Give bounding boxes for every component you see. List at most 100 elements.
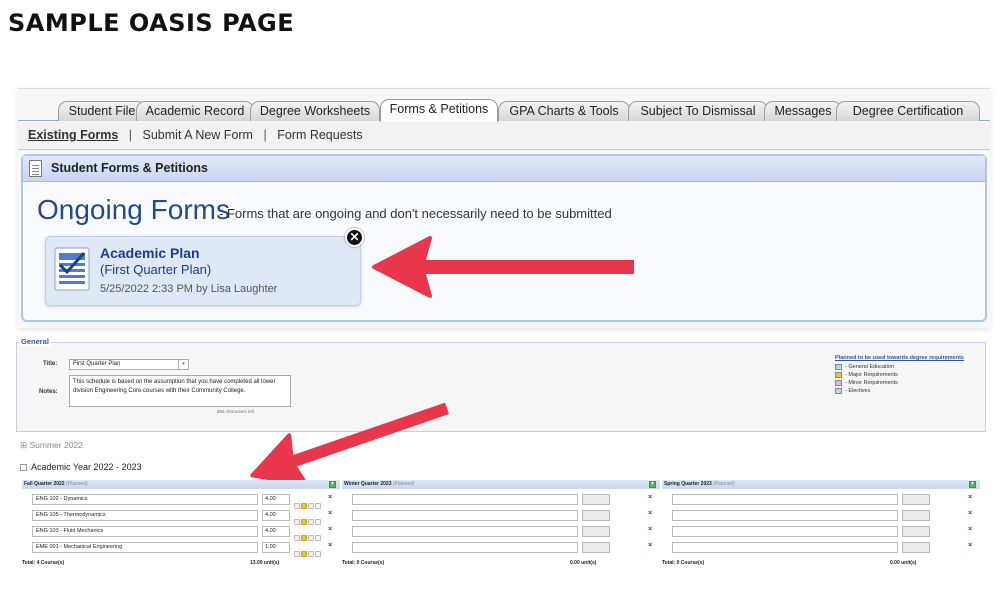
tab-messages[interactable]: Messages [764, 101, 842, 121]
plan-title-value: First Quarter Plan [73, 361, 121, 367]
academic-plan-screenshot: General Title: First Quarter Plan ▾ Note… [12, 336, 990, 588]
course-row: ENG 102 - Dynamics 4.00 × [22, 494, 340, 509]
tab-subject-to-dismissal[interactable]: Subject To Dismissal [628, 101, 768, 121]
requirement-toggles[interactable] [294, 544, 322, 562]
course-field[interactable] [352, 526, 578, 537]
units-field[interactable]: 4.00 [262, 510, 290, 521]
quarter-header: Spring Quarter 2023 (Planned) + [662, 480, 980, 489]
course-row: ENG 105 - Thermodynamics 4.00 × [22, 510, 340, 525]
delete-icon[interactable]: × [328, 526, 332, 533]
swatch-icon [835, 387, 842, 394]
legend-title: Planned to be used towards degree requir… [835, 355, 964, 361]
close-icon[interactable]: ✕ [345, 228, 364, 247]
quarter-header: Fall Quarter 2022 (Planned) + [22, 480, 340, 489]
plan-card-meta: 5/25/2022 2:33 PM by Lisa Laughter [100, 283, 278, 295]
course-row: ENG 103 - Fluid Mechanics 4.00 × [22, 526, 340, 541]
course-field[interactable] [352, 494, 578, 505]
course-field[interactable] [672, 494, 898, 505]
add-course-icon[interactable]: + [329, 481, 336, 488]
units-field[interactable] [582, 494, 610, 505]
units-field[interactable] [582, 526, 610, 537]
summer-label: Summer 2022 [29, 440, 83, 450]
plan-card-title[interactable]: Academic Plan [100, 245, 200, 261]
units-field[interactable] [902, 526, 930, 537]
add-course-icon[interactable]: + [969, 481, 976, 488]
legend-general-education: - General Education [835, 363, 985, 371]
swatch-icon [835, 363, 842, 370]
swatch-icon [835, 379, 842, 386]
quarter-total: Total: 0 Course(s) [662, 560, 705, 566]
expand-icon[interactable]: ⊞ [20, 440, 27, 450]
course-field[interactable] [672, 542, 898, 553]
clipboard-icon [29, 160, 42, 177]
add-course-icon[interactable]: + [649, 481, 656, 488]
year-checkbox[interactable] [20, 464, 27, 471]
units-field[interactable] [902, 542, 930, 553]
course-row: × [662, 510, 980, 522]
delete-icon[interactable]: × [328, 510, 332, 517]
subnav-submit-new-form[interactable]: Submit A New Form [143, 128, 253, 142]
subnav-separator: | [263, 128, 267, 142]
units-field[interactable] [582, 542, 610, 553]
units-field[interactable]: 1.00 [262, 542, 290, 553]
units-field[interactable] [582, 510, 610, 521]
subnav-existing-forms[interactable]: Existing Forms [28, 128, 118, 142]
delete-icon[interactable]: × [968, 510, 972, 517]
delete-icon[interactable]: × [968, 526, 972, 533]
course-row: × [662, 494, 980, 506]
tab-student-file[interactable]: Student File [58, 101, 146, 121]
course-field[interactable]: ENG 102 - Dynamics [32, 494, 258, 505]
plan-title-select[interactable]: First Quarter Plan ▾ [69, 359, 189, 370]
quarter-header: Winter Quarter 2023 (Planned) + [342, 480, 660, 489]
delete-icon[interactable]: × [648, 494, 652, 501]
annotation-arrow-icon [372, 236, 634, 298]
quarter-total: Total: 4 Course(s) [22, 560, 65, 566]
units-field[interactable] [902, 494, 930, 505]
quarter-units: 13.00 unit(s) [250, 560, 280, 566]
subnav-form-requests[interactable]: Form Requests [277, 128, 362, 142]
course-row: EME 001 - Mechanical Engineering 1.00 × [22, 542, 340, 557]
annotation-arrow-icon [250, 402, 449, 480]
course-field[interactable] [352, 542, 578, 553]
tab-degree-certification[interactable]: Degree Certification [836, 101, 980, 121]
tab-forms-petitions[interactable]: Forms & Petitions [380, 99, 498, 122]
course-field[interactable]: EME 001 - Mechanical Engineering [32, 542, 258, 553]
delete-icon[interactable]: × [648, 542, 652, 549]
tab-academic-record[interactable]: Academic Record [136, 101, 254, 121]
units-field[interactable]: 4.00 [262, 526, 290, 537]
course-field[interactable] [672, 526, 898, 537]
course-field[interactable] [352, 510, 578, 521]
summer-2022-toggle[interactable]: ⊞ Summer 2022 [20, 440, 83, 451]
subnav-separator: | [128, 128, 133, 142]
course-row: × [342, 542, 660, 554]
academic-plan-card[interactable]: Academic Plan (First Quarter Plan) 5/25/… [45, 236, 361, 306]
ongoing-forms-subtitle: - Forms that are ongoing and don't neces… [219, 206, 612, 221]
delete-icon[interactable]: × [968, 542, 972, 549]
legend-major-requirements: - Major Requirements [835, 371, 985, 379]
units-field[interactable]: 4.00 [262, 494, 290, 505]
delete-icon[interactable]: × [328, 494, 332, 501]
chevron-down-icon[interactable]: ▾ [178, 360, 188, 369]
tab-degree-worksheets[interactable]: Degree Worksheets [250, 101, 380, 121]
title-label: Title: [43, 361, 58, 367]
units-field[interactable] [902, 510, 930, 521]
legend-electives: - Electives [835, 387, 985, 395]
delete-icon[interactable]: × [648, 526, 652, 533]
ongoing-forms-title: Ongoing Forms [37, 194, 230, 225]
tab-gpa-charts-tools[interactable]: GPA Charts & Tools [498, 101, 630, 121]
delete-icon[interactable]: × [648, 510, 652, 517]
general-fieldset: General Title: First Quarter Plan ▾ Note… [16, 337, 986, 432]
course-field[interactable] [672, 510, 898, 521]
quarter-total: Total: 0 Course(s) [342, 560, 385, 566]
course-row: × [342, 494, 660, 506]
course-field[interactable]: ENG 105 - Thermodynamics [32, 510, 258, 521]
delete-icon[interactable]: × [968, 494, 972, 501]
course-row: × [342, 526, 660, 538]
course-row: × [342, 510, 660, 522]
course-field[interactable]: ENG 103 - Fluid Mechanics [32, 526, 258, 537]
delete-icon[interactable]: × [328, 542, 332, 549]
quarter-units: 0.00 unit(s) [570, 560, 597, 566]
plan-card-subtitle[interactable]: (First Quarter Plan) [100, 262, 211, 277]
panel-title: Student Forms & Petitions [51, 161, 208, 175]
course-row: × [662, 526, 980, 538]
